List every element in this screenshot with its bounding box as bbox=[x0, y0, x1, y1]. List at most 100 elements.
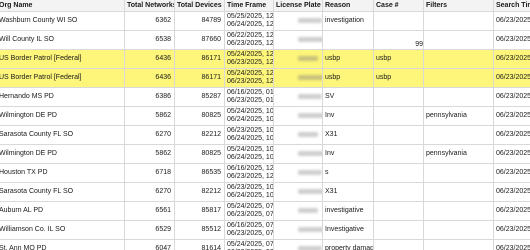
cell-total-networks[interactable]: 6386 bbox=[124, 87, 175, 107]
cell-total-devices[interactable]: 86535 bbox=[174, 163, 225, 183]
cell-case-number[interactable]: usbp bbox=[373, 49, 424, 69]
table-row[interactable]: Houston TX PD67188653506/16/2025, 12:006… bbox=[0, 163, 530, 183]
cell-reason[interactable] bbox=[322, 30, 374, 50]
cell-org-name[interactable]: Houston TX PD bbox=[0, 163, 125, 183]
cell-time-frame[interactable]: 05/25/2025, 12: 06/24/2025, 12: bbox=[224, 11, 274, 31]
cell-search-time[interactable]: 06/23/2025, 12: bbox=[493, 11, 530, 31]
cell-total-networks[interactable]: 6529 bbox=[124, 220, 175, 240]
cell-search-time[interactable]: 06/23/2025, 12: bbox=[493, 201, 530, 221]
cell-filters[interactable] bbox=[423, 182, 494, 202]
cell-org-name[interactable]: Sarasota County FL SO bbox=[0, 125, 125, 145]
cell-case-number[interactable] bbox=[373, 87, 424, 107]
cell-filters[interactable] bbox=[423, 125, 494, 145]
cell-total-networks[interactable]: 6047 bbox=[124, 239, 175, 250]
cell-total-networks[interactable]: 6718 bbox=[124, 163, 175, 183]
cell-time-frame[interactable]: 06/23/2025, 10:206/24/2025, 10:2 bbox=[224, 182, 274, 202]
cell-case-number[interactable] bbox=[373, 106, 424, 126]
cell-reason[interactable]: Inv bbox=[322, 106, 374, 126]
cell-reason[interactable]: Inv bbox=[322, 144, 374, 164]
cell-case-number[interactable] bbox=[373, 182, 424, 202]
cell-case-number[interactable] bbox=[373, 163, 424, 183]
cell-total-networks[interactable]: 6270 bbox=[124, 182, 175, 202]
cell-reason[interactable]: X31 bbox=[322, 125, 374, 145]
cell-time-frame[interactable]: 06/22/2025, 12:506/23/2025, 12:5 bbox=[224, 30, 274, 50]
cell-org-name[interactable]: US Border Patrol [Federal] bbox=[0, 68, 125, 88]
cell-license-plate-redacted[interactable] bbox=[273, 182, 323, 202]
cell-license-plate-redacted[interactable] bbox=[273, 125, 323, 145]
table-row[interactable]: Will County IL SO 6538 87660 06/22/2025, 12… bbox=[0, 30, 530, 50]
cell-license-plate-redacted[interactable] bbox=[273, 220, 323, 240]
col-total-networks[interactable]: Total Networks bbox=[124, 0, 175, 12]
cell-total-devices[interactable]: 86171 bbox=[174, 68, 225, 88]
cell-filters[interactable] bbox=[423, 220, 494, 240]
table-row[interactable]: Auburn AL PD65618581705/24/2025, 07:106/… bbox=[0, 201, 530, 221]
cell-total-networks[interactable]: 6561 bbox=[124, 201, 175, 221]
cell-reason[interactable]: investigation bbox=[322, 11, 374, 31]
cell-filters[interactable] bbox=[423, 11, 494, 31]
table-row[interactable]: Sarasota County FL SO 6270 82212 06/23/2025… bbox=[0, 182, 530, 202]
cell-org-name[interactable]: Wilmington DE PD bbox=[0, 144, 125, 164]
cell-filters[interactable] bbox=[423, 239, 494, 250]
cell-time-frame[interactable]: 05/24/2025, 12:506/23/2025, 12:5 bbox=[224, 49, 274, 69]
table-row[interactable]: Wilmington DE PD58628082505/24/2025, 10:… bbox=[0, 106, 530, 126]
cell-total-networks[interactable]: 6362 bbox=[124, 11, 175, 31]
cell-license-plate-redacted[interactable] bbox=[273, 49, 323, 69]
cell-search-time[interactable]: 06/23/2025, 12: bbox=[493, 163, 530, 183]
cell-search-time[interactable]: 06/23/2025, 12: bbox=[493, 220, 530, 240]
cell-case-number[interactable] bbox=[373, 239, 424, 250]
cell-total-networks[interactable]: 6436 bbox=[124, 49, 175, 69]
cell-org-name[interactable]: US Border Patrol [Federal] bbox=[0, 49, 125, 69]
cell-license-plate-redacted[interactable] bbox=[273, 239, 323, 250]
table-row[interactable]: St. Ann MO PD60478161405/24/2025, 07:106… bbox=[0, 239, 530, 250]
cell-org-name[interactable]: Williamson Co. IL SO bbox=[0, 220, 125, 240]
cell-search-time[interactable]: 06/23/2025, 12: bbox=[493, 49, 530, 69]
cell-reason[interactable]: SV bbox=[322, 87, 374, 107]
cell-total-devices[interactable]: 82212 bbox=[174, 182, 225, 202]
table-row[interactable]: US Border Patrol [Federal] 6436 86171 05/24… bbox=[0, 68, 530, 88]
cell-org-name[interactable]: Washburn County WI SO bbox=[0, 11, 125, 31]
cell-reason[interactable]: investigative bbox=[322, 201, 374, 221]
cell-total-devices[interactable]: 81614 bbox=[174, 239, 225, 250]
cell-filters[interactable] bbox=[423, 201, 494, 221]
col-license-plate[interactable]: License Plate bbox=[273, 0, 323, 12]
cell-total-devices[interactable]: 80825 bbox=[174, 144, 225, 164]
cell-total-networks[interactable]: 6538 bbox=[124, 30, 175, 50]
cell-total-devices[interactable]: 86171 bbox=[174, 49, 225, 69]
table-row[interactable]: Williamson Co. IL SO 6529 85512 06/16/2025,… bbox=[0, 220, 530, 240]
cell-filters[interactable] bbox=[423, 30, 494, 50]
cell-total-devices[interactable]: 85817 bbox=[174, 201, 225, 221]
cell-org-name[interactable]: Will County IL SO bbox=[0, 30, 125, 50]
cell-license-plate-redacted[interactable] bbox=[273, 68, 323, 88]
cell-case-number[interactable]: 99 bbox=[373, 30, 424, 50]
cell-filters[interactable]: pennsylvania bbox=[423, 144, 494, 164]
cell-total-devices[interactable]: 82212 bbox=[174, 125, 225, 145]
cell-total-networks[interactable]: 6436 bbox=[124, 68, 175, 88]
cell-license-plate-redacted[interactable] bbox=[273, 144, 323, 164]
col-reason[interactable]: Reason bbox=[322, 0, 374, 12]
cell-org-name[interactable]: Wilmington DE PD bbox=[0, 106, 125, 126]
table-row[interactable]: Sarasota County FL SO 6270 82212 06/23/2025… bbox=[0, 125, 530, 145]
col-org-name[interactable]: Org Name bbox=[0, 0, 125, 12]
table-row[interactable]: Wilmington DE PD58628082505/24/2025, 10:… bbox=[0, 144, 530, 164]
cell-time-frame[interactable]: 05/24/2025, 07:106/23/2025, 07:1 bbox=[224, 239, 274, 250]
cell-license-plate-redacted[interactable] bbox=[273, 106, 323, 126]
col-time-frame[interactable]: Time Frame bbox=[224, 0, 274, 12]
cell-search-time[interactable]: 06/23/2025, 12: bbox=[493, 30, 530, 50]
cell-total-devices[interactable]: 85287 bbox=[174, 87, 225, 107]
cell-case-number[interactable] bbox=[373, 144, 424, 164]
cell-time-frame[interactable]: 05/24/2025, 10:206/24/2025, 10:2 bbox=[224, 144, 274, 164]
cell-search-time[interactable]: 06/23/2025, 12: bbox=[493, 182, 530, 202]
cell-total-networks[interactable]: 5862 bbox=[124, 106, 175, 126]
cell-org-name[interactable]: Sarasota County FL SO bbox=[0, 182, 125, 202]
cell-filters[interactable] bbox=[423, 163, 494, 183]
cell-search-time[interactable]: 06/23/2025, 12: bbox=[493, 239, 530, 250]
col-case[interactable]: Case # bbox=[373, 0, 424, 12]
col-search-time[interactable]: Search Time bbox=[493, 0, 530, 12]
cell-reason[interactable]: property damage bbox=[322, 239, 374, 250]
cell-license-plate-redacted[interactable] bbox=[273, 87, 323, 107]
cell-total-devices[interactable]: 80825 bbox=[174, 106, 225, 126]
cell-org-name[interactable]: St. Ann MO PD bbox=[0, 239, 125, 250]
cell-filters[interactable]: pennsylvania bbox=[423, 106, 494, 126]
cell-reason[interactable]: usbp bbox=[322, 49, 374, 69]
cell-reason[interactable]: s bbox=[322, 163, 374, 183]
